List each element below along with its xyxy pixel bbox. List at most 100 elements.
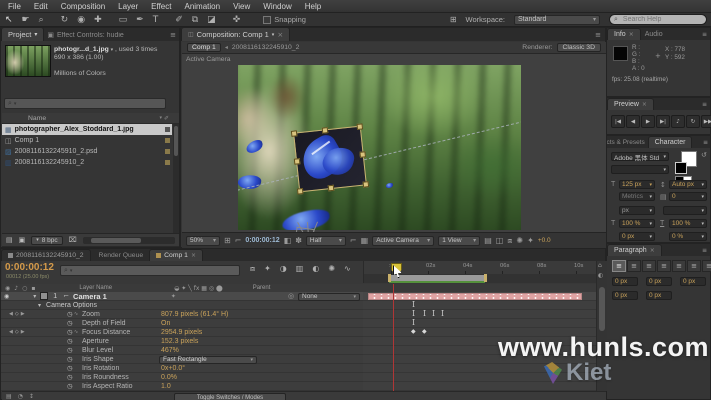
menu-file[interactable]: File <box>8 2 21 11</box>
graph-row[interactable]: ◆ ◆ <box>363 328 597 337</box>
project-search-box[interactable]: ⌕ ▾ <box>4 98 166 109</box>
keyframe-icon[interactable]: I <box>412 319 415 327</box>
menu-help[interactable]: Help <box>305 2 321 11</box>
composition-viewport[interactable]: Active Camera <box>182 54 606 232</box>
expand-caret-icon[interactable]: ▾ <box>38 302 41 309</box>
menu-view[interactable]: View <box>233 2 250 11</box>
tab-project[interactable]: Project ▾ <box>1 27 44 41</box>
transform-handle[interactable] <box>291 130 298 137</box>
property-row-aperture[interactable]: ◷ Aperture 152.3 pixels <box>1 337 363 346</box>
property-name[interactable]: Zoom <box>82 311 100 318</box>
stopwatch-icon[interactable]: ◷ <box>67 319 73 327</box>
layer-row[interactable]: ◉ ▾ 1 ⌐ Camera 1 ✦ ◎ None ▾ <box>1 292 363 301</box>
align-right-button[interactable]: ≡ <box>642 260 656 272</box>
transparency-grid-icon[interactable]: ▦ <box>361 236 369 245</box>
justify-all-button[interactable]: ≡ <box>702 260 711 272</box>
stopwatch-icon[interactable]: ◷ <box>67 337 73 345</box>
breadcrumb-comp[interactable]: Comp 1 <box>187 43 221 52</box>
graph-row[interactable] <box>363 337 597 346</box>
horizontal-scale-field[interactable]: 100 % ▾ <box>669 219 707 228</box>
tab-preview[interactable]: Preview × <box>607 98 654 110</box>
panel-menu-icon[interactable]: ≡ <box>170 31 176 39</box>
vertical-scale-field[interactable]: 100 % ▾ <box>619 219 655 228</box>
close-icon[interactable]: × <box>191 252 196 259</box>
safe-guides-icon[interactable]: ⊞ <box>224 236 231 245</box>
property-row-iris-rotation[interactable]: ◷ Iris Rotation 0x+0.0° <box>1 364 363 373</box>
keyframe-diamond-icon[interactable]: ◆ <box>422 329 427 335</box>
playhead-line[interactable] <box>393 284 394 391</box>
keyframe-icon[interactable]: I <box>423 310 426 318</box>
project-bpc-button[interactable]: ▾ 8 bpc <box>31 236 62 245</box>
property-value[interactable]: 1.0 <box>161 383 171 390</box>
workspace-dropdown[interactable]: Standard ▾ <box>514 15 600 25</box>
align-center-button[interactable]: ≡ <box>627 260 641 272</box>
keyframe-add-icon[interactable]: ◇ <box>15 311 19 317</box>
play-button[interactable]: ▶ <box>641 115 655 128</box>
kerning-field[interactable]: Metrics ▾ <box>619 192 655 201</box>
property-name[interactable]: Iris Shape <box>82 356 114 363</box>
graph-editor-icon[interactable]: ∿ <box>344 264 351 274</box>
tab-effects-presets[interactable]: Effects & Presets <box>606 139 645 146</box>
toggle-switches-modes-button[interactable]: Toggle Switches / Modes <box>174 393 286 400</box>
eye-icon[interactable]: ◉ <box>4 293 9 300</box>
graph-row[interactable] <box>363 355 597 364</box>
property-value[interactable]: 152.3 pixels <box>161 338 198 345</box>
graph-row[interactable] <box>363 364 597 373</box>
font-style-dropdown[interactable]: ▾ <box>611 165 669 174</box>
previous-frame-button[interactable]: ◀ <box>626 115 640 128</box>
property-name[interactable]: Aperture <box>82 338 109 345</box>
magnification-dropdown[interactable]: 50% ▾ <box>186 236 220 246</box>
close-icon[interactable]: × <box>650 247 655 254</box>
project-scrollbar-horizontal[interactable] <box>83 237 175 244</box>
draft-3d-icon[interactable]: ✦ <box>264 264 271 274</box>
camera-view-dropdown[interactable]: Active Camera ▾ <box>372 236 434 246</box>
tab-info[interactable]: Info × <box>607 28 641 40</box>
stopwatch-icon[interactable]: ◷ <box>67 382 73 390</box>
new-folder-icon[interactable]: ▣ <box>19 236 26 244</box>
font-family-dropdown[interactable]: Adobe 黑体 Std ▾ <box>611 152 669 161</box>
audio-toggle-button[interactable]: ♪ <box>671 115 685 128</box>
keyframe-next-icon[interactable]: ▶ <box>21 311 25 317</box>
property-name[interactable]: Depth of Field <box>82 320 126 327</box>
property-name[interactable]: Blur Level <box>82 347 113 354</box>
layer-name[interactable]: Camera 1 <box>73 292 107 301</box>
property-row-focus-distance[interactable]: ◀ ◇ ▶ ◷ ∿ Focus Distance 2954.9 pixels <box>1 328 363 337</box>
transform-handle[interactable] <box>294 158 301 165</box>
keyframe-icon[interactable]: I <box>432 310 435 318</box>
keyframe-icon[interactable]: I <box>441 310 444 318</box>
frame-blending-icon[interactable]: ▥ <box>296 264 304 274</box>
tab-character[interactable]: Character <box>648 136 693 148</box>
keyframe-icon[interactable]: I <box>412 310 415 318</box>
layer-color-chip[interactable] <box>40 292 48 300</box>
graph-row[interactable] <box>363 346 597 355</box>
property-row-depth-of-field[interactable]: ◷ Depth of Field On <box>1 319 363 328</box>
work-area-start-handle[interactable] <box>388 274 391 282</box>
breadcrumb-parent[interactable]: 2008116132245910_2 <box>232 44 300 51</box>
timeline-timecode[interactable]: 0:00:00:12 <box>5 262 54 273</box>
next-frame-button[interactable]: ▶| <box>656 115 670 128</box>
property-name[interactable]: Focus Distance <box>82 329 130 336</box>
property-value[interactable]: 0x+0.0° <box>161 365 185 372</box>
keyframe-next-icon[interactable]: ▶ <box>21 329 25 335</box>
project-name-column[interactable]: Name <box>28 115 46 122</box>
help-search-input[interactable] <box>621 15 705 24</box>
close-icon[interactable]: × <box>642 101 647 108</box>
project-scrollbar-vertical[interactable] <box>173 124 179 234</box>
menu-composition[interactable]: Composition <box>61 2 105 11</box>
graph-row[interactable]: I <box>363 319 597 328</box>
tab-composition[interactable]: ◫ Composition: Comp 1 ▾ × <box>181 27 290 41</box>
selection-tool-icon[interactable]: ↖ <box>5 15 13 25</box>
ram-preview-button[interactable]: ▶▶ <box>701 115 711 128</box>
comp-timecode[interactable]: 0:00:00:12 <box>245 237 279 244</box>
stroke-style-dropdown[interactable]: ▾ <box>663 206 707 215</box>
transform-handle[interactable] <box>363 181 370 188</box>
first-frame-button[interactable]: |◀ <box>611 115 625 128</box>
keyframe-icon[interactable]: I <box>412 301 415 309</box>
brush-tool-icon[interactable]: ✐ <box>175 15 183 25</box>
region-of-interest-icon[interactable]: ⌐ <box>350 236 357 245</box>
menu-effect[interactable]: Effect <box>151 2 171 11</box>
pixel-aspect-icon[interactable]: ◫ <box>496 236 504 245</box>
indent-right-field[interactable]: 0 px <box>680 277 706 286</box>
hand-tool-icon[interactable]: ☛ <box>22 15 30 25</box>
tab-timeline-comp[interactable]: Comp 1 × <box>149 249 203 261</box>
